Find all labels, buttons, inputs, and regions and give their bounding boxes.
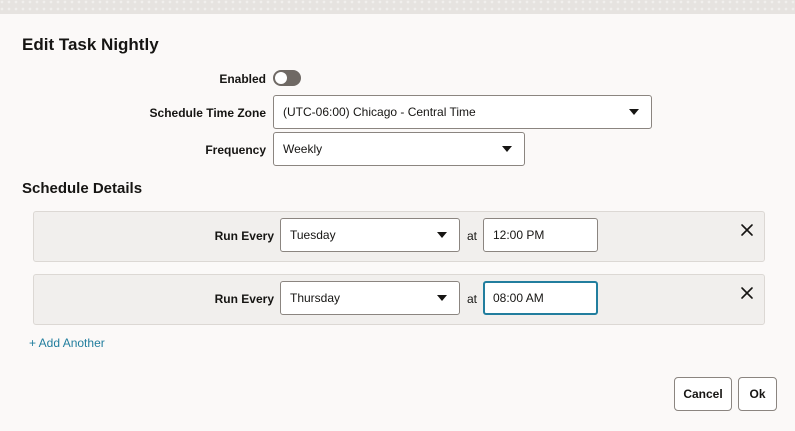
schedule-details-title: Schedule Details [22, 180, 143, 197]
day-value: Tuesday [290, 228, 336, 242]
run-every-label: Run Every [214, 229, 274, 243]
at-label: at [467, 229, 478, 243]
close-icon[interactable] [738, 221, 756, 239]
enabled-label: Enabled [219, 72, 266, 86]
timezone-label: Schedule Time Zone [149, 106, 266, 120]
ok-button[interactable]: Ok [738, 377, 777, 411]
add-another-link[interactable]: + Add Another [29, 336, 105, 350]
day-value: Thursday [290, 291, 341, 305]
close-icon[interactable] [738, 284, 756, 302]
at-label: at [467, 292, 478, 306]
chevron-down-icon [502, 146, 512, 152]
chevron-down-icon [629, 109, 639, 115]
frequency-select[interactable]: Weekly [273, 132, 525, 166]
time-input[interactable] [483, 281, 598, 315]
run-every-label: Run Every [214, 292, 274, 306]
day-select[interactable]: Tuesday [280, 218, 460, 252]
time-input[interactable] [483, 218, 598, 252]
schedule-row: Run Every Tuesday at [33, 211, 765, 262]
dialog-backdrop-strip [0, 0, 795, 14]
timezone-value: (UTC-06:00) Chicago - Central Time [283, 105, 476, 119]
cancel-button[interactable]: Cancel [674, 377, 732, 411]
toggle-knob [275, 72, 287, 84]
timezone-select[interactable]: (UTC-06:00) Chicago - Central Time [273, 95, 652, 129]
day-select[interactable]: Thursday [280, 281, 460, 315]
frequency-value: Weekly [283, 142, 323, 156]
schedule-row: Run Every Thursday at [33, 274, 765, 325]
chevron-down-icon [437, 232, 447, 238]
chevron-down-icon [437, 295, 447, 301]
dialog-title: Edit Task Nightly [22, 35, 159, 54]
enabled-toggle[interactable] [273, 70, 301, 86]
frequency-label: Frequency [205, 143, 266, 157]
